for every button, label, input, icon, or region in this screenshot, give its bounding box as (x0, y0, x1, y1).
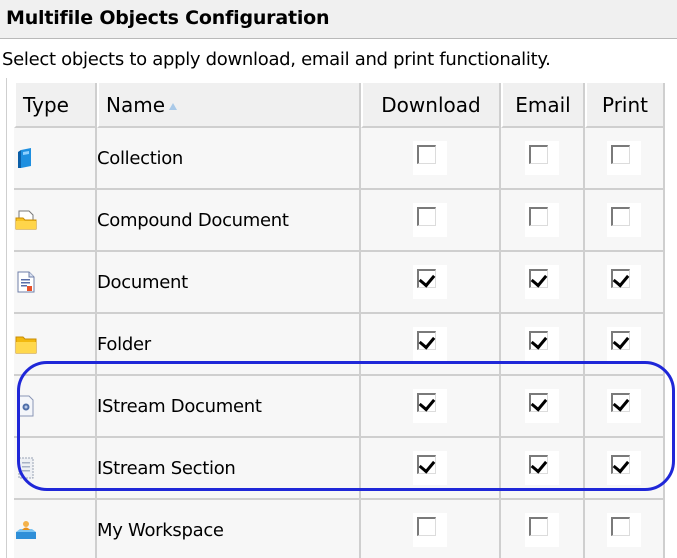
panel-title: Multifile Objects Configuration (6, 7, 330, 29)
email-checkbox[interactable] (529, 145, 548, 164)
email-checkbox[interactable] (529, 207, 548, 226)
object-name: IStream Document (97, 376, 361, 438)
email-checkbox[interactable] (529, 331, 548, 350)
table-row: Collection (14, 128, 665, 190)
download-checkbox[interactable] (417, 207, 436, 226)
print-checkbox[interactable] (611, 455, 630, 474)
objects-grid: Type Name Download Email Print Collectio… (6, 78, 677, 558)
istream-document-icon (18, 395, 34, 417)
download-checkbox[interactable] (417, 331, 436, 350)
download-checkbox[interactable] (417, 269, 436, 288)
column-header-print[interactable]: Print (585, 83, 665, 128)
email-checkbox[interactable] (529, 517, 548, 536)
download-checkbox[interactable] (417, 455, 436, 474)
email-checkbox[interactable] (529, 269, 548, 288)
folder-icon (15, 336, 37, 354)
sort-ascending-icon (169, 102, 178, 110)
table-row: Folder (14, 314, 665, 376)
object-name: IStream Section (97, 438, 361, 500)
download-checkbox[interactable] (417, 145, 436, 164)
objects-table: Type Name Download Email Print Collectio… (14, 83, 665, 558)
download-checkbox[interactable] (417, 517, 436, 536)
multifile-objects-panel: Multifile Objects Configuration Select o… (0, 0, 677, 558)
print-checkbox[interactable] (611, 145, 630, 164)
table-row: IStream Document (14, 376, 665, 438)
email-checkbox[interactable] (529, 393, 548, 412)
print-checkbox[interactable] (611, 331, 630, 350)
object-name: Document (97, 252, 361, 314)
istream-section-icon (18, 457, 34, 479)
panel-instructions: Select objects to apply download, email … (2, 49, 551, 70)
object-name: Folder (97, 314, 361, 376)
column-header-email[interactable]: Email (501, 83, 585, 128)
collection-icon (18, 148, 31, 168)
print-checkbox[interactable] (611, 207, 630, 226)
email-checkbox[interactable] (529, 455, 548, 474)
column-header-type[interactable]: Type (14, 83, 97, 128)
column-header-download[interactable]: Download (361, 83, 501, 128)
my-workspace-icon (16, 521, 36, 539)
object-name: Compound Document (97, 190, 361, 252)
column-header-name[interactable]: Name (97, 83, 361, 128)
print-checkbox[interactable] (611, 393, 630, 412)
compound-document-icon (15, 210, 37, 230)
document-icon (17, 271, 35, 293)
table-header-row: Type Name Download Email Print (14, 83, 665, 128)
table-row: IStream Section (14, 438, 665, 500)
print-checkbox[interactable] (611, 269, 630, 288)
download-checkbox[interactable] (417, 393, 436, 412)
print-checkbox[interactable] (611, 517, 630, 536)
panel-header: Multifile Objects Configuration (0, 0, 677, 39)
table-row: Document (14, 252, 665, 314)
object-name: Collection (97, 128, 361, 190)
table-row: Compound Document (14, 190, 665, 252)
table-row: My Workspace (14, 500, 665, 558)
object-name: My Workspace (97, 500, 361, 558)
